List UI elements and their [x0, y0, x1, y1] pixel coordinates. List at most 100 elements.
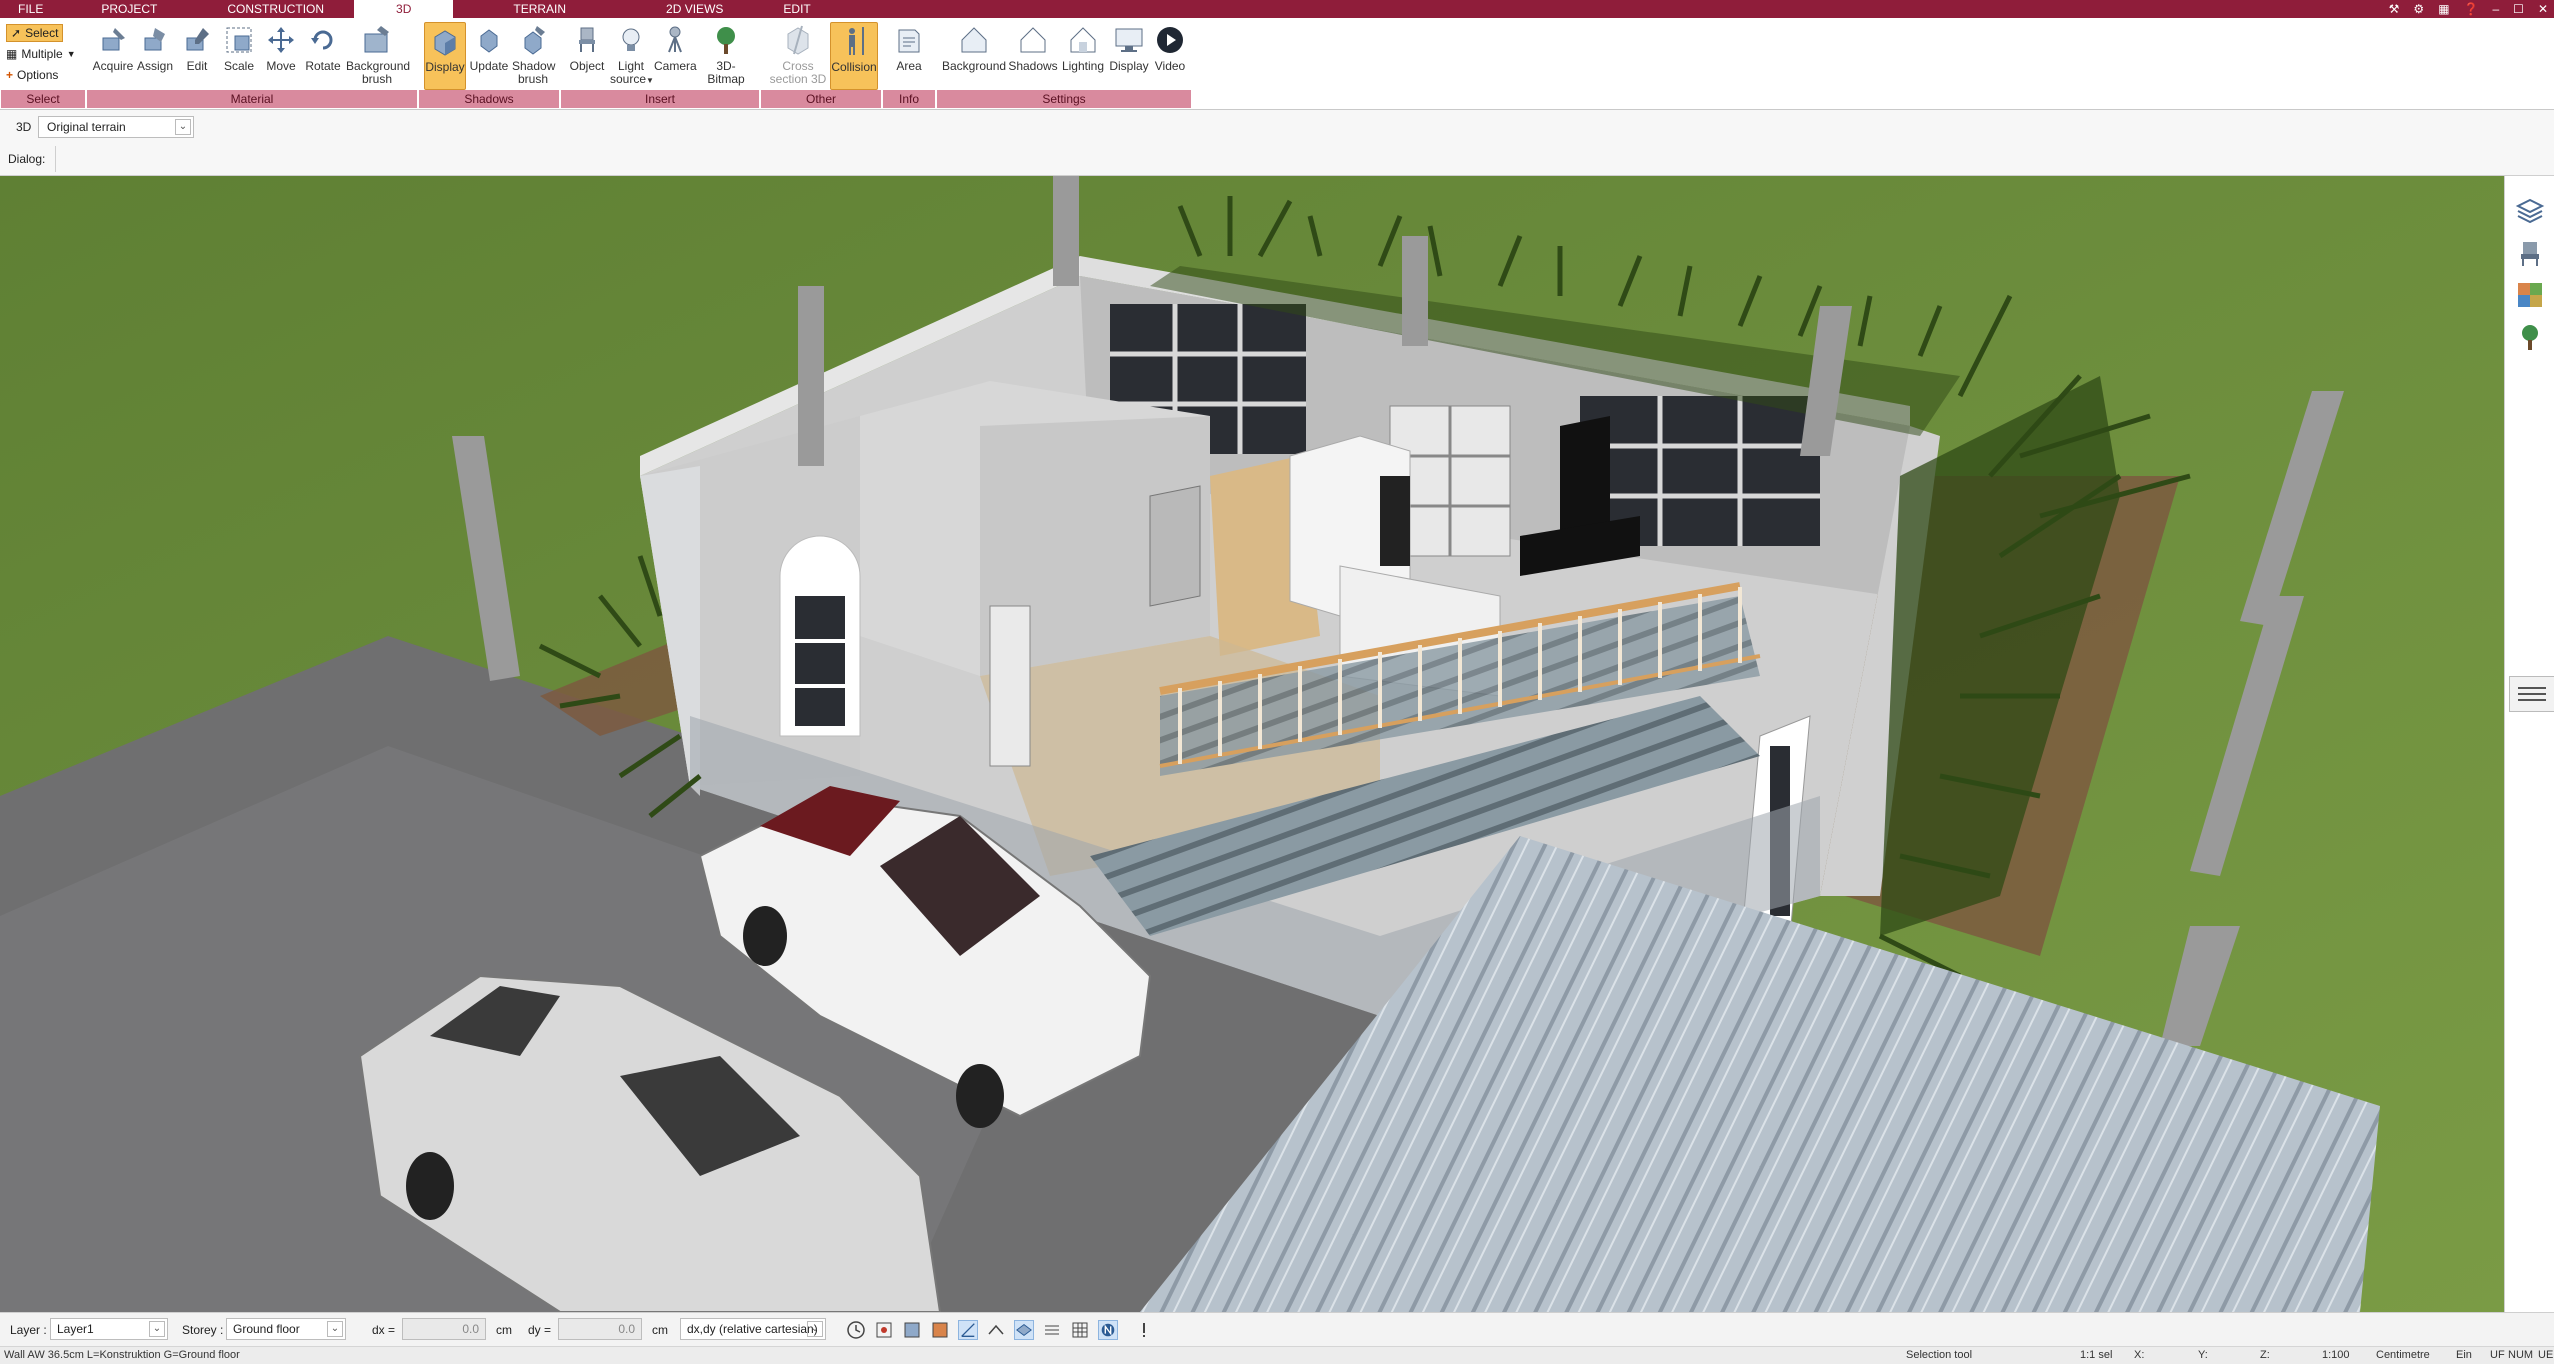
grid-icon[interactable] — [1070, 1320, 1090, 1340]
menu-bar: FILE PROJECT CONSTRUCTION 3D TERRAIN 2D … — [0, 0, 2554, 18]
multiple-button[interactable]: ▦ Multiple ▼ — [6, 45, 76, 63]
application-window: FILE PROJECT CONSTRUCTION 3D TERRAIN 2D … — [0, 0, 2554, 1364]
collision-person-icon — [849, 27, 864, 55]
north-icon[interactable] — [1098, 1320, 1118, 1340]
rotate-button[interactable]: Rotate — [302, 22, 344, 90]
display-shadows-button[interactable]: Display — [424, 22, 466, 90]
terrain-select[interactable]: Original terrain ⌄ — [38, 116, 194, 138]
cursor-icon: ➚ — [11, 26, 22, 40]
tab-terrain[interactable]: TERRAIN — [453, 0, 626, 18]
close-icon[interactable]: ✕ — [2538, 0, 2548, 18]
plus-icon: + — [6, 68, 14, 82]
ribbon-group-settings: Background Shadows Lighting Display Vide… — [936, 18, 1192, 110]
select-button[interactable]: ➚ Select — [6, 24, 64, 42]
materials-icon[interactable] — [2515, 280, 2545, 310]
minimize-icon[interactable]: – — [2492, 0, 2499, 18]
options-button[interactable]: + Options — [6, 66, 58, 84]
snap-plane-icon[interactable] — [1014, 1320, 1034, 1340]
collision-button[interactable]: Collision — [830, 22, 878, 90]
status-tool: Selection tool — [1906, 1349, 1973, 1361]
layer-select[interactable]: Layer1 ⌄ — [50, 1318, 168, 1340]
status-ein: Ein — [2456, 1349, 2472, 1361]
scale-icon — [226, 27, 252, 53]
edit-material-button[interactable]: Edit — [176, 22, 218, 90]
tab-file[interactable]: FILE — [0, 0, 61, 18]
pencil-icon — [186, 28, 209, 51]
dy-unit: cm — [652, 1323, 668, 1337]
clock-icon[interactable] — [846, 1320, 866, 1340]
dx-unit: cm — [496, 1323, 512, 1337]
insert-object-button[interactable]: Object — [566, 22, 608, 90]
snap-line-icon[interactable] — [986, 1320, 1006, 1340]
dy-input[interactable]: 0.0 — [558, 1318, 642, 1340]
status-y: Y: — [2198, 1349, 2208, 1361]
status-uf: UF — [2490, 1349, 2505, 1361]
group-label-other: Other — [760, 90, 882, 108]
tab-edit[interactable]: EDIT — [763, 0, 830, 18]
3d-scene[interactable] — [0, 176, 2504, 1312]
tab-3d[interactable]: 3D — [354, 0, 454, 18]
tab-project[interactable]: PROJECT — [61, 0, 197, 18]
light-source-button[interactable]: Light source▼ — [610, 22, 654, 90]
video-button[interactable]: Video — [1150, 22, 1190, 90]
house-lighting-icon — [1070, 27, 1096, 53]
tools-icon[interactable]: ⚒ — [2389, 0, 2400, 18]
furniture-catalog-icon[interactable] — [2515, 238, 2545, 268]
3d-viewport[interactable] — [0, 176, 2504, 1312]
tab-construction[interactable]: CONSTRUCTION — [197, 0, 354, 18]
maximize-icon[interactable]: ☐ — [2513, 0, 2524, 18]
panel-resize-handle[interactable] — [2509, 676, 2554, 712]
snap-endpoint-icon[interactable] — [930, 1320, 950, 1340]
group-label-settings: Settings — [936, 90, 1192, 108]
layout-icon[interactable]: ▦ — [2438, 0, 2449, 18]
status-scale: 1:100 — [2322, 1349, 2350, 1361]
storey-label: Storey : — [182, 1323, 224, 1337]
snap-object-icon[interactable] — [902, 1320, 922, 1340]
info-icon[interactable] — [1134, 1320, 1154, 1340]
lighting-settings-button[interactable]: Lighting — [1060, 22, 1106, 90]
chevron-down-icon: ⌄ — [175, 119, 191, 135]
brush-icon — [364, 26, 389, 53]
ribbon-group-material: Acquire Assign Edit Scale Move Rotate Ba… — [86, 18, 418, 110]
status-num: NUM — [2508, 1349, 2534, 1361]
layers-icon[interactable] — [2515, 196, 2545, 226]
coordinate-mode-select[interactable]: dx,dy (relative cartesian) ⌄ — [680, 1318, 826, 1340]
ribbon-group-select: ➚ Select ▦ Multiple ▼ + Options Select — [0, 18, 86, 110]
update-shadows-button[interactable]: Update — [468, 22, 510, 90]
ribbon: ➚ Select ▦ Multiple ▼ + Options Select A… — [0, 18, 2554, 110]
cross-section-icon — [787, 25, 809, 55]
camera-button[interactable]: Camera — [654, 22, 697, 90]
move-button[interactable]: Move — [260, 22, 302, 90]
storey-select[interactable]: Ground floor ⌄ — [226, 1318, 346, 1340]
area-button[interactable]: Area — [888, 22, 930, 90]
background-brush-button[interactable]: Background brush — [346, 22, 410, 90]
group-label-shadows: Shadows — [418, 90, 560, 108]
view-toolbar: 3D Original terrain ⌄ Dialog: — [0, 110, 2554, 176]
snap-grid-icon[interactable] — [874, 1320, 894, 1340]
shadow-brush-button[interactable]: Shadow brush — [512, 22, 555, 90]
move-arrows-icon — [268, 27, 294, 53]
cross-section-button[interactable]: Cross section 3D — [768, 22, 828, 90]
background-settings-button[interactable]: Background — [942, 22, 1006, 90]
help-icon[interactable]: ❓ — [2464, 0, 2479, 18]
group-label-info: Info — [882, 90, 936, 108]
plants-icon[interactable] — [2515, 322, 2545, 352]
dx-input[interactable]: 0.0 — [402, 1318, 486, 1340]
display-settings-button[interactable]: Display — [1108, 22, 1150, 90]
eyedropper-icon — [102, 28, 125, 51]
update-icon — [480, 29, 498, 53]
status-info: Wall AW 36.5cm L=Konstruktion G=Ground f… — [4, 1349, 240, 1361]
shadows-settings-button[interactable]: Shadows — [1008, 22, 1058, 90]
acquire-button[interactable]: Acquire — [92, 22, 134, 90]
3d-bitmap-button[interactable]: 3D-Bitmap — [698, 22, 754, 90]
tab-2d-views[interactable]: 2D VIEWS — [626, 0, 763, 18]
snap-angle-icon[interactable] — [958, 1320, 978, 1340]
scale-button[interactable]: Scale — [218, 22, 260, 90]
settings-icon[interactable]: ⚙ — [2413, 0, 2424, 18]
snap-lines-icon[interactable] — [1042, 1320, 1062, 1340]
shadow-display-icon — [434, 30, 456, 56]
play-icon — [1157, 27, 1183, 53]
chevron-down-icon: ⌄ — [807, 1321, 823, 1337]
assign-button[interactable]: Assign — [134, 22, 176, 90]
shadow-brush-icon — [524, 26, 545, 55]
